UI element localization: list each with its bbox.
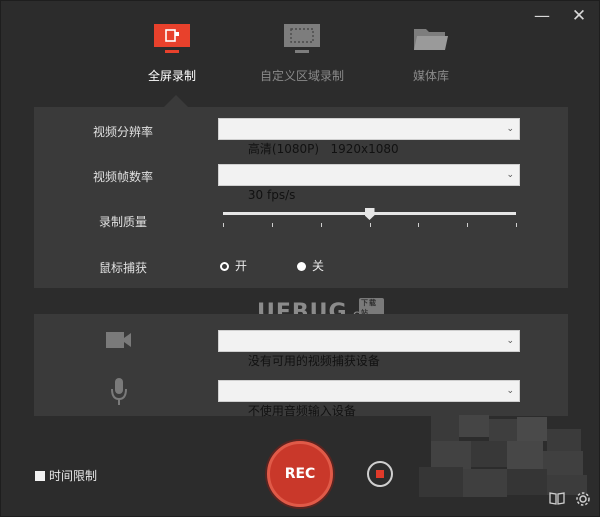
- tab-label: 全屏录制: [147, 69, 196, 83]
- obscured-region: [419, 415, 599, 505]
- tab-label: 媒体库: [412, 69, 449, 83]
- slider-tick: [418, 223, 420, 227]
- microphone-select[interactable]: 不使用音频输入设备 ⌄: [218, 380, 520, 418]
- tab-media-library[interactable]: 媒体库: [376, 23, 486, 84]
- region-record-icon: [284, 24, 320, 53]
- slider-tick: [223, 223, 224, 227]
- camera-value: 没有可用的视频捕获设备: [247, 354, 380, 368]
- slider-tick: [320, 223, 322, 227]
- stop-icon: [376, 470, 384, 478]
- slider-tick: [467, 223, 469, 227]
- resolution-select[interactable]: 高清(1080P) 1920x1080 ⌄: [218, 118, 520, 156]
- resolution-value: 高清(1080P) 1920x1080: [247, 142, 399, 156]
- tab-label: 自定义区域录制: [259, 69, 344, 83]
- settings-gear-icon[interactable]: [575, 491, 591, 507]
- mouse-capture-on-radio[interactable]: 开: [220, 257, 247, 274]
- chevron-down-icon: ⌄: [506, 170, 514, 180]
- devices-panel: 没有可用的视频捕获设备 ⌄ 不使用音频输入设备 ⌄: [34, 314, 568, 418]
- slider-tick: [516, 223, 517, 227]
- framerate-label: 视频帧数率: [92, 170, 153, 184]
- time-limit-checkbox[interactable]: 时间限制: [35, 467, 97, 484]
- recorder-window: — ✕ 全屏录制 自定义区域录制 媒体库 视频分辨率 高清(1080P) 192…: [0, 0, 600, 517]
- stop-button[interactable]: [367, 461, 393, 487]
- camera-select[interactable]: 没有可用的视频捕获设备 ⌄: [218, 330, 520, 368]
- chevron-down-icon: ⌄: [506, 124, 514, 134]
- book-icon[interactable]: [549, 491, 565, 505]
- radio-label: 开: [235, 259, 248, 273]
- radio-label: 关: [312, 259, 325, 273]
- chevron-down-icon: ⌄: [506, 336, 514, 346]
- camera-icon: [106, 332, 131, 348]
- tab-region-record[interactable]: 自定义区域录制: [247, 23, 357, 84]
- close-icon[interactable]: ✕: [570, 7, 588, 25]
- framerate-select[interactable]: 30 fps/s ⌄: [218, 164, 520, 202]
- microphone-value: 不使用音频输入设备: [247, 404, 356, 418]
- quality-slider-thumb[interactable]: [364, 208, 375, 220]
- time-limit-label: 时间限制: [49, 469, 98, 483]
- radio-unselected-icon: [297, 262, 306, 271]
- active-tab-pointer: [164, 95, 188, 107]
- mouse-capture-off-radio[interactable]: 关: [297, 257, 324, 274]
- quality-label: 录制质量: [98, 215, 147, 229]
- tab-fullscreen-record[interactable]: 全屏录制: [117, 23, 227, 84]
- slider-tick: [271, 223, 273, 227]
- framerate-value: 30 fps/s: [247, 188, 296, 202]
- slider-tick: [369, 223, 371, 227]
- rec-button[interactable]: REC: [267, 441, 333, 507]
- microphone-icon: [111, 378, 127, 405]
- chevron-down-icon: ⌄: [506, 386, 514, 396]
- minimize-icon[interactable]: —: [533, 7, 551, 25]
- folder-icon: [414, 29, 448, 50]
- checkbox-icon: [35, 471, 45, 481]
- settings-panel: 视频分辨率 高清(1080P) 1920x1080 ⌄ 视频帧数率 30 fps…: [34, 107, 568, 288]
- mouse-capture-label: 鼠标捕获: [98, 261, 147, 275]
- resolution-label: 视频分辨率: [92, 125, 153, 139]
- radio-selected-icon: [220, 262, 229, 271]
- fullscreen-record-icon: [154, 24, 190, 53]
